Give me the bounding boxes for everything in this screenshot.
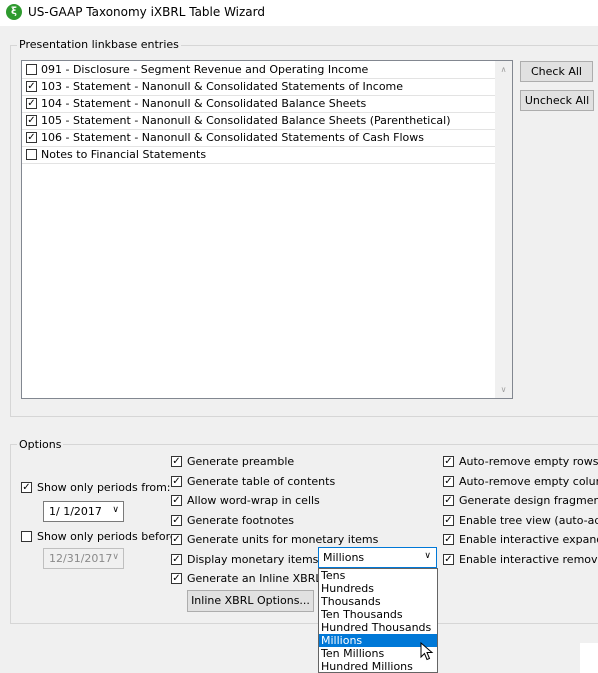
monetary-units-value: Millions xyxy=(323,551,365,564)
generate-design-fragments-label: Generate design fragments fo xyxy=(459,494,598,507)
show-periods-from-checkbox[interactable]: ✓ xyxy=(21,482,32,493)
dropdown-option[interactable]: Tens xyxy=(319,569,437,582)
show-periods-before-checkbox[interactable] xyxy=(21,531,32,542)
window-edge xyxy=(580,643,598,673)
entry-checkbox[interactable]: ✓ xyxy=(26,98,37,109)
list-item[interactable]: Notes to Financial Statements xyxy=(22,147,495,164)
auto-remove-rows-label: Auto-remove empty rows xyxy=(459,455,598,468)
enable-tree-view-label: Enable tree view (auto-add in xyxy=(459,513,598,527)
enable-tree-view-option[interactable]: ✓ Enable tree view (auto-add in xyxy=(443,513,598,529)
presentation-group-label: Presentation linkbase entries xyxy=(17,38,181,51)
generate-units-option[interactable]: ✓ Generate units for monetary items xyxy=(171,532,378,548)
generate-design-fragments-option[interactable]: ✓ Generate design fragments fo xyxy=(443,493,598,509)
enable-tree-view-checkbox[interactable]: ✓ xyxy=(443,514,454,526)
list-item[interactable]: ✓ 105 - Statement - Nanonull & Consolidat… xyxy=(22,113,495,130)
list-item[interactable]: ✓ 104 - Statement - Nanonull & Consolidat… xyxy=(22,96,495,113)
enable-interactive-removal-checkbox[interactable]: ✓ xyxy=(443,553,454,565)
generate-footnotes-option[interactable]: ✓ Generate footnotes xyxy=(171,513,321,529)
period-before-date-field[interactable]: 12/31/2017 ∨ xyxy=(43,548,124,569)
enable-expand-collapse-checkbox[interactable]: ✓ xyxy=(443,534,454,545)
dropdown-option[interactable]: Ten Thousands xyxy=(319,608,437,621)
generate-inline-xbrl-checkbox[interactable]: ✓ xyxy=(171,573,182,584)
word-wrap-checkbox[interactable]: ✓ xyxy=(171,495,182,506)
dropdown-option[interactable]: Hundred Thousands xyxy=(319,621,437,634)
scroll-up-icon[interactable]: ∧ xyxy=(495,61,512,78)
display-monetary-checkbox[interactable]: ✓ xyxy=(171,553,182,565)
show-periods-from-option[interactable]: ✓ Show only periods from: xyxy=(21,480,171,496)
entries-scrollbar[interactable]: ∧ ∨ xyxy=(495,61,512,398)
period-before-value: 12/31/2017 xyxy=(49,552,113,565)
generate-units-label: Generate units for monetary items xyxy=(187,533,379,546)
generate-footnotes-checkbox[interactable]: ✓ xyxy=(171,514,182,526)
auto-remove-columns-checkbox[interactable]: ✓ xyxy=(443,475,454,487)
entries-listbox[interactable]: 091 - Disclosure - Segment Revenue and O… xyxy=(21,60,513,399)
display-monetary-label: Display monetary items in: xyxy=(187,552,336,566)
window-title: US-GAAP Taxonomy iXBRL Table Wizard xyxy=(28,5,265,19)
options-group-label: Options xyxy=(17,438,64,451)
auto-remove-columns-option[interactable]: ✓ Auto-remove empty columns xyxy=(443,474,598,490)
show-periods-before-option[interactable]: Show only periods before: xyxy=(21,529,180,545)
entry-label: 104 - Statement - Nanonull & Consolidate… xyxy=(41,97,367,110)
mouse-pointer-icon xyxy=(420,642,434,661)
generate-toc-label: Generate table of contents xyxy=(187,474,336,488)
check-all-button[interactable]: Check All xyxy=(520,61,593,82)
generate-preamble-label: Generate preamble xyxy=(187,455,295,468)
monetary-units-combobox[interactable]: Millions ∨ xyxy=(318,547,437,568)
inline-xbrl-options-button[interactable]: Inline XBRL Options... xyxy=(187,590,314,612)
display-monetary-option[interactable]: ✓ Display monetary items in: xyxy=(171,552,336,568)
entry-checkbox[interactable]: ✓ xyxy=(26,132,37,143)
entry-label: Notes to Financial Statements xyxy=(41,148,207,161)
ixbrl-app-icon: ξ xyxy=(6,4,22,20)
show-periods-from-label: Show only periods from: xyxy=(37,481,171,494)
dropdown-option[interactable]: Hundreds xyxy=(319,582,437,595)
enable-interactive-removal-option[interactable]: ✓ Enable interactive removal of xyxy=(443,552,598,568)
auto-remove-columns-label: Auto-remove empty columns xyxy=(459,474,598,488)
title-bar: ξ US-GAAP Taxonomy iXBRL Table Wizard xyxy=(0,0,598,26)
generate-units-checkbox[interactable]: ✓ xyxy=(171,534,182,545)
auto-remove-rows-checkbox[interactable]: ✓ xyxy=(443,456,454,467)
period-from-date-field[interactable]: 1/ 1/2017 ∨ xyxy=(43,501,124,522)
list-item[interactable]: ✓ 106 - Statement - Nanonull & Consolidat… xyxy=(22,130,495,147)
auto-remove-rows-option[interactable]: ✓ Auto-remove empty rows xyxy=(443,454,598,470)
entry-checkbox[interactable] xyxy=(26,149,37,160)
entry-label: 105 - Statement - Nanonull & Consolidate… xyxy=(41,114,451,127)
generate-toc-checkbox[interactable]: ✓ xyxy=(171,475,182,487)
generate-inline-xbrl-option[interactable]: ✓ Generate an Inline XBRL Do xyxy=(171,571,340,587)
generate-design-fragments-checkbox[interactable]: ✓ xyxy=(443,495,454,506)
entry-checkbox[interactable] xyxy=(26,64,37,75)
list-item[interactable]: 091 - Disclosure - Segment Revenue and O… xyxy=(22,62,495,79)
entry-checkbox[interactable]: ✓ xyxy=(26,115,37,126)
scroll-down-icon[interactable]: ∨ xyxy=(495,381,512,398)
generate-footnotes-label: Generate footnotes xyxy=(187,513,295,527)
chevron-down-icon[interactable]: ∨ xyxy=(424,551,431,561)
dropdown-option[interactable]: Thousands xyxy=(319,595,437,608)
generate-toc-option[interactable]: ✓ Generate table of contents xyxy=(171,474,335,490)
generate-preamble-checkbox[interactable]: ✓ xyxy=(171,456,182,467)
entry-label: 103 - Statement - Nanonull & Consolidate… xyxy=(41,80,404,93)
chevron-down-icon[interactable]: ∨ xyxy=(112,505,119,515)
entry-label: 106 - Statement - Nanonull & Consolidate… xyxy=(41,131,425,144)
generate-preamble-option[interactable]: ✓ Generate preamble xyxy=(171,454,321,470)
entry-checkbox[interactable]: ✓ xyxy=(26,81,37,92)
period-from-value: 1/ 1/2017 xyxy=(49,505,102,518)
enable-expand-collapse-label: Enable interactive expand/co xyxy=(459,533,598,546)
list-item[interactable]: ✓ 103 - Statement - Nanonull & Consolidat… xyxy=(22,79,495,96)
enable-expand-collapse-option[interactable]: ✓ Enable interactive expand/co xyxy=(443,532,598,548)
uncheck-all-button[interactable]: Uncheck All xyxy=(520,90,594,111)
enable-interactive-removal-label: Enable interactive removal of xyxy=(459,552,598,566)
show-periods-before-label: Show only periods before: xyxy=(37,530,181,543)
word-wrap-label: Allow word-wrap in cells xyxy=(187,494,320,507)
chevron-down-icon[interactable]: ∨ xyxy=(112,552,119,562)
word-wrap-option[interactable]: ✓ Allow word-wrap in cells xyxy=(171,493,321,509)
entry-label: 091 - Disclosure - Segment Revenue and O… xyxy=(41,63,369,76)
